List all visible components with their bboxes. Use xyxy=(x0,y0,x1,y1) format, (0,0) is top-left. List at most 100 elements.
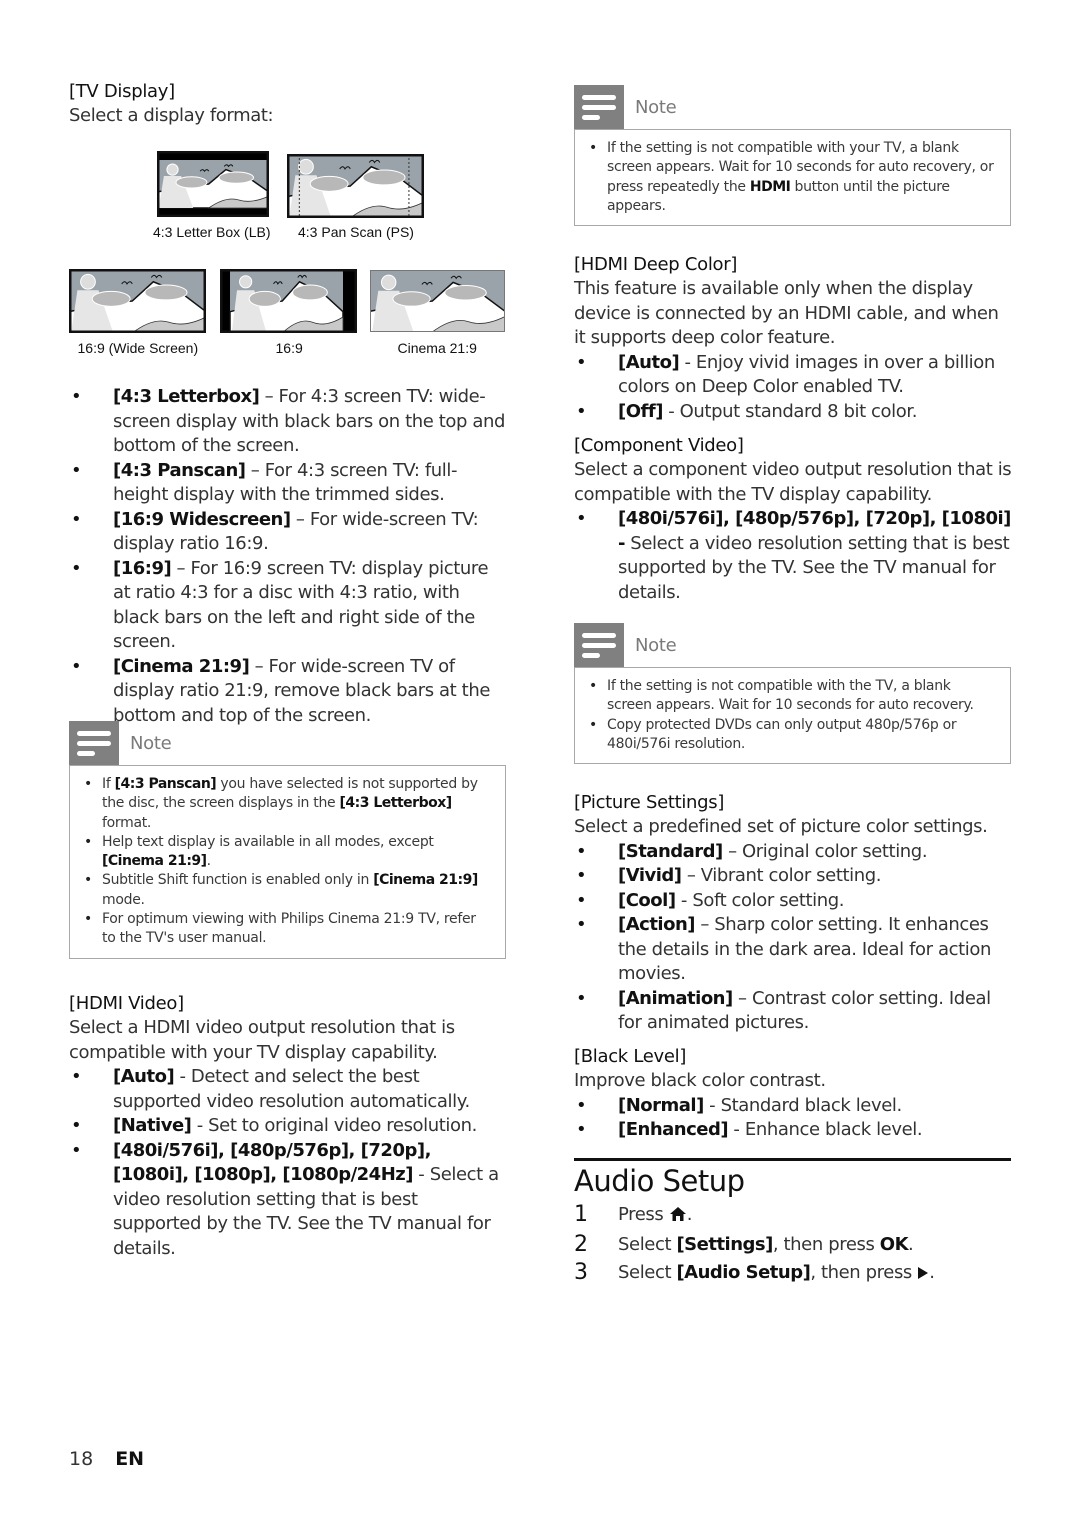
note-body: If the setting is not compatible with yo… xyxy=(574,129,1011,227)
note-icon xyxy=(574,623,624,667)
option-description: – Vibrant color setting. xyxy=(681,865,882,886)
step-number: 1 xyxy=(574,1202,588,1227)
note-body: If the setting is not compatible with th… xyxy=(574,667,1011,765)
list-item: [Cool] - Soft color setting. xyxy=(574,889,1014,914)
page-footer: 18 EN xyxy=(69,1448,144,1470)
language-code: EN xyxy=(115,1448,145,1470)
section-title: [TV Display] xyxy=(69,81,175,102)
option-term: [Off] xyxy=(618,400,663,422)
option-description: - Output standard 8 bit color. xyxy=(662,400,918,422)
component-video-options: [480i/576i], [480p/576p], [720p], [1080i… xyxy=(574,507,1014,605)
step-item: 1 Press . xyxy=(574,1201,1011,1231)
note-icon xyxy=(69,721,119,765)
section-description: Select a predefined set of picture color… xyxy=(574,816,988,837)
section-description: Select a HDMI video output resolution th… xyxy=(69,1017,455,1063)
note-item: If the setting is not compatible with yo… xyxy=(587,139,998,216)
section-description: Select a component video output resoluti… xyxy=(574,459,1012,505)
step-item: 2 Select [Settings], then press OK. xyxy=(574,1231,1011,1259)
list-item: [16:9] – For 16:9 screen TV: display pic… xyxy=(69,557,509,655)
option-term: [Standard] xyxy=(618,840,723,862)
tv-format-caption: 16:9 (Wide Screen) xyxy=(77,340,199,356)
step-number: 2 xyxy=(574,1232,588,1257)
option-term: [Enhanced] xyxy=(618,1119,729,1140)
option-description: - Standard black level. xyxy=(703,1094,902,1116)
step-text: Select xyxy=(618,1262,677,1283)
picture-settings-options: [Standard] – Original color setting.[Viv… xyxy=(574,840,1014,1036)
step-text: . xyxy=(929,1262,935,1283)
tv-format-illustration xyxy=(69,269,206,333)
tv-format-illustration xyxy=(287,154,424,218)
tv-format-illustration xyxy=(220,269,357,333)
section-title: [Black Level] xyxy=(574,1046,687,1067)
option-term: [480i/576i], [480p/576p], [720p], [1080i… xyxy=(113,1139,431,1186)
option-term: [Auto] xyxy=(113,1066,175,1087)
section-description: Select a display format: xyxy=(69,105,274,126)
step-text: , then press xyxy=(810,1262,918,1283)
section-title: [Component Video] xyxy=(574,435,744,456)
chapter-heading: Audio Setup xyxy=(574,1164,745,1198)
option-term: [Action] xyxy=(618,914,696,935)
note-text: If the setting is not compatible with th… xyxy=(607,678,974,714)
note-title: Note xyxy=(635,634,677,656)
note-emphasis: [4:3 Panscan] xyxy=(114,776,217,792)
note-emphasis: HDMI xyxy=(749,178,791,195)
note-title: Note xyxy=(635,96,677,118)
note-body: If [4:3 Panscan] you have selected is no… xyxy=(69,765,506,959)
note-emphasis: [Cinema 21:9] xyxy=(373,872,478,889)
step-emphasis: [Audio Setup] xyxy=(676,1262,811,1283)
option-term: [16:9 Widescreen] xyxy=(113,508,291,530)
step-text: Select xyxy=(618,1234,677,1255)
note-item: If the setting is not compatible with th… xyxy=(587,677,998,716)
note-text: Help text display is available in all mo… xyxy=(102,833,434,850)
option-term: [Cool] xyxy=(618,889,676,911)
note-header: Note xyxy=(69,721,506,765)
note-item: Copy protected DVDs can only output 480p… xyxy=(587,716,998,755)
hdmi-video-section: [HDMI Video] Select a HDMI video output … xyxy=(69,992,509,1261)
note-emphasis: [4:3 Letterbox] xyxy=(339,795,453,812)
page-number: 18 xyxy=(69,1448,94,1470)
note-text: . xyxy=(206,853,211,870)
step-text: . xyxy=(908,1234,914,1255)
note-icon xyxy=(574,85,624,129)
step-text: , then press xyxy=(772,1234,880,1255)
component-video-section: [Component Video] Select a component vid… xyxy=(574,434,1014,605)
deep-color-options: [Auto] - Enjoy vivid images in over a bi… xyxy=(574,351,1014,425)
tv-format-caption: 16:9 xyxy=(275,340,303,356)
list-item: [Vivid] – Vibrant color setting. xyxy=(574,864,1014,889)
option-description: - Soft color setting. xyxy=(675,889,845,911)
tv-display-section: [TV Display] Select a display format: xyxy=(69,80,509,129)
list-item: [Normal] - Standard black level. xyxy=(574,1094,1014,1119)
tv-format-caption: Cinema 21:9 xyxy=(397,340,477,356)
tv-display-options: [4:3 Letterbox] – For 4:3 screen TV: wid… xyxy=(69,385,509,728)
note-item: Help text display is available in all mo… xyxy=(82,833,493,872)
list-item: [Off] - Output standard 8 bit color. xyxy=(574,400,1014,425)
option-term: [4:3 Letterbox] xyxy=(113,386,260,407)
tv-format-caption: 4:3 Pan Scan (PS) xyxy=(298,224,414,240)
play-right-icon xyxy=(917,1261,929,1289)
step-item: 3 Select [Audio Setup], then press . xyxy=(574,1259,1011,1289)
note-box: Note If the setting is not compatible wi… xyxy=(574,85,1011,227)
note-header: Note xyxy=(574,623,1011,667)
option-term: [Animation] xyxy=(618,987,733,1009)
section-description: Improve black color contrast. xyxy=(574,1070,826,1091)
black-level-section: [Black Level] Improve black color contra… xyxy=(574,1045,1014,1143)
tv-format-caption: 4:3 Letter Box (LB) xyxy=(153,224,271,240)
option-description: - Set to original video resolution. xyxy=(191,1115,478,1136)
list-item: [Enhanced] - Enhance black level. xyxy=(574,1118,1014,1143)
section-title: [HDMI Video] xyxy=(69,993,184,1014)
list-item: [4:3 Letterbox] – For 4:3 screen TV: wid… xyxy=(69,385,509,459)
tv-format-illustration xyxy=(370,270,505,332)
list-item: [16:9 Widescreen] – For wide-screen TV: … xyxy=(69,508,509,557)
list-item: [480i/576i], [480p/576p], [720p], [1080i… xyxy=(69,1139,509,1262)
note-item: For optimum viewing with Philips Cinema … xyxy=(82,910,493,949)
list-item: [Auto] - Detect and select the best supp… xyxy=(69,1065,509,1114)
option-term: [Vivid] xyxy=(618,865,682,886)
option-term: [Normal] xyxy=(618,1094,704,1116)
home-icon xyxy=(669,1203,687,1231)
tv-format-illustration xyxy=(157,151,269,217)
option-term: [Native] xyxy=(113,1115,192,1136)
list-item: [Action] – Sharp color setting. It enhan… xyxy=(574,913,1014,987)
option-term: [Cinema 21:9] xyxy=(113,655,250,677)
note-text: format. xyxy=(102,814,152,831)
list-item: [Cinema 21:9] – For wide-screen TV of di… xyxy=(69,655,509,729)
